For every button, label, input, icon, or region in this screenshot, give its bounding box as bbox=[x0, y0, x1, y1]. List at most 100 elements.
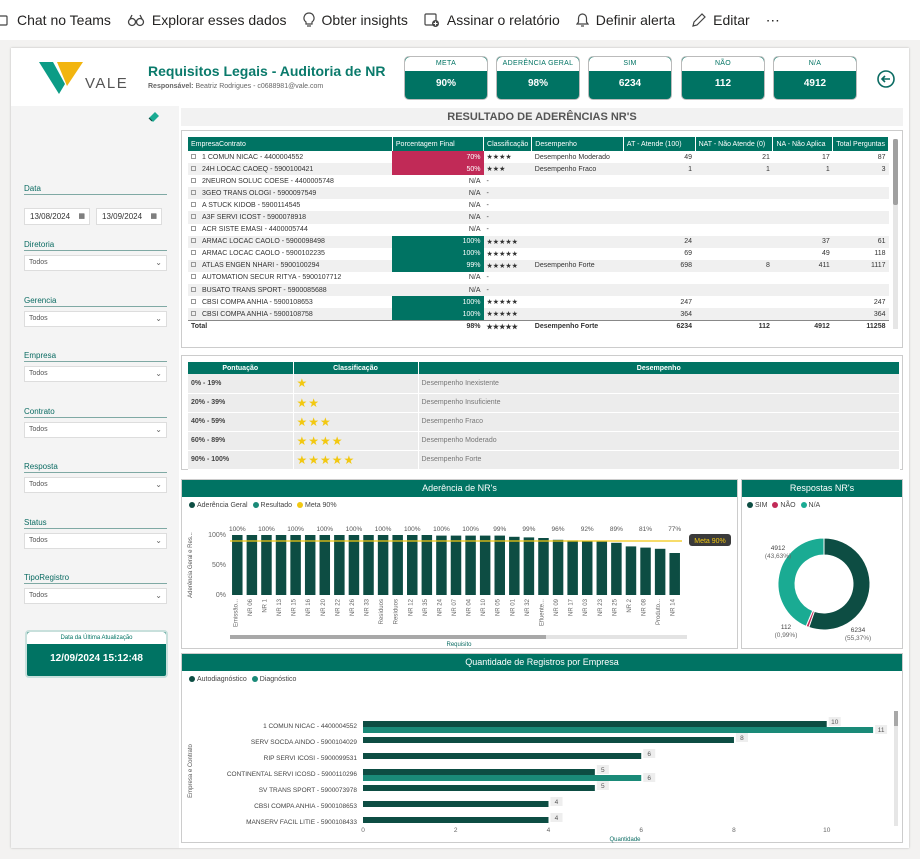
bar-mark[interactable] bbox=[640, 547, 651, 595]
edit-button[interactable]: Editar bbox=[691, 0, 750, 40]
autodiag-bar[interactable] bbox=[363, 753, 642, 759]
row-expand-icon[interactable] bbox=[191, 153, 196, 159]
table-row[interactable]: BUSATO TRANS SPORT - 5900085688 N/A - bbox=[188, 284, 889, 297]
chat-teams-button[interactable]: Chat no Teams bbox=[0, 0, 111, 40]
get-insights-button[interactable]: Obter insights bbox=[302, 0, 408, 40]
table-row[interactable]: ARMAC LOCAC CAOLO - 5900098498 100% ★★★★★ 2… bbox=[188, 235, 889, 248]
chart-scrollbar-thumb[interactable] bbox=[894, 711, 898, 726]
col-desempenho[interactable]: Desempenho bbox=[531, 137, 624, 151]
bar-mark[interactable] bbox=[509, 536, 520, 595]
table-row[interactable]: 3GEO TRANS OLOGI - 5900097549 N/A - bbox=[188, 187, 889, 200]
bar-mark[interactable] bbox=[436, 535, 447, 595]
row-expand-icon[interactable] bbox=[191, 238, 196, 244]
status-dropdown[interactable]: Todos ⌄ bbox=[24, 533, 167, 549]
row-expand-icon[interactable] bbox=[191, 177, 196, 183]
table-row[interactable]: A3F SERVI ICOST - 5900078918 N/A - bbox=[188, 211, 889, 224]
date-to-input[interactable]: 13/09/2024 ▦ bbox=[96, 208, 162, 225]
autodiag-bar[interactable] bbox=[363, 801, 549, 807]
table-row[interactable]: A STUCK KIDOB - 5900114545 N/A - bbox=[188, 199, 889, 211]
row-expand-icon[interactable] bbox=[191, 201, 196, 207]
bar-mark[interactable] bbox=[392, 535, 403, 595]
row-expand-icon[interactable] bbox=[191, 274, 196, 280]
table-row[interactable]: 24H LOCAC CAOEQ - 5900100421 50% ★★★ Desemp… bbox=[188, 163, 889, 176]
bar-mark[interactable] bbox=[479, 535, 491, 595]
back-arrow-icon[interactable] bbox=[877, 70, 895, 88]
scrollbar-thumb[interactable] bbox=[893, 139, 898, 205]
row-expand-icon[interactable] bbox=[191, 226, 196, 232]
bar-mark[interactable] bbox=[363, 535, 374, 595]
col-na[interactable]: NA - Não Aplica bbox=[772, 137, 834, 151]
contrato-dropdown[interactable]: Todos ⌄ bbox=[24, 422, 167, 438]
set-alert-button[interactable]: Definir alerta bbox=[575, 0, 675, 40]
bar-mark[interactable] bbox=[596, 541, 608, 595]
table-row[interactable]: ACR SISTE EMASI - 4400005744 N/A - bbox=[188, 224, 889, 236]
gerencia-dropdown[interactable]: Todos ⌄ bbox=[24, 311, 167, 327]
subscribe-report-button[interactable]: Assinar o relatório bbox=[424, 0, 560, 40]
diag-bar[interactable] bbox=[363, 727, 874, 733]
bar-mark[interactable] bbox=[611, 542, 622, 595]
col-total[interactable]: Total Perguntas bbox=[832, 137, 889, 151]
col-porcentagem[interactable]: Porcentagem Final bbox=[392, 137, 485, 151]
bar-mark[interactable] bbox=[625, 546, 637, 595]
row-expand-icon[interactable] bbox=[191, 262, 196, 268]
table-row[interactable]: ATLAS ENGEN NHARI - 5900100294 99% ★★★★★ De… bbox=[188, 259, 889, 272]
bar-mark[interactable] bbox=[567, 540, 578, 595]
bar-mark[interactable] bbox=[421, 535, 433, 595]
table-row[interactable]: AUTOMATION SECUR RITYA - 5900107712 N/A - bbox=[188, 272, 889, 284]
row-expand-icon[interactable] bbox=[191, 310, 196, 316]
bar-mark[interactable] bbox=[407, 535, 418, 595]
col-empresa[interactable]: EmpresaContrato bbox=[188, 137, 393, 151]
bar-mark[interactable] bbox=[377, 535, 389, 595]
bar-mark[interactable] bbox=[334, 535, 345, 595]
table-row[interactable]: 2NEURON SOLUC COESE - 4400005748 N/A - bbox=[188, 175, 889, 187]
col-nat[interactable]: NAT - Não Atende (0) bbox=[695, 137, 774, 151]
autodiag-bar[interactable] bbox=[363, 817, 549, 823]
bar-mark[interactable] bbox=[319, 535, 331, 595]
bar-mark[interactable] bbox=[538, 538, 549, 595]
explore-data-button[interactable]: Explorar esses dados bbox=[127, 0, 287, 40]
eraser-icon[interactable] bbox=[147, 109, 161, 123]
col-at[interactable]: AT - Atende (100) bbox=[623, 137, 696, 151]
row-expand-icon[interactable] bbox=[191, 298, 196, 304]
table-row[interactable]: 1 COMUN NICAC - 4400004552 70% ★★★★ Desempe… bbox=[188, 151, 889, 164]
resposta-dropdown[interactable]: Todos ⌄ bbox=[24, 477, 167, 493]
bar-mark[interactable] bbox=[261, 535, 272, 595]
bar-mark[interactable] bbox=[246, 535, 258, 595]
diag-bar[interactable] bbox=[363, 775, 642, 781]
row-expand-icon[interactable] bbox=[191, 165, 196, 171]
autodiag-bar[interactable] bbox=[363, 785, 595, 791]
bar-mark[interactable] bbox=[581, 541, 593, 595]
bar-mark[interactable] bbox=[465, 535, 476, 595]
bar-mark[interactable] bbox=[450, 535, 462, 595]
row-expand-icon[interactable] bbox=[191, 214, 196, 220]
table-scrollbar[interactable] bbox=[893, 139, 898, 329]
bar-mark[interactable] bbox=[552, 539, 564, 595]
bar-mark[interactable] bbox=[348, 535, 360, 595]
bar-mark[interactable] bbox=[523, 537, 535, 595]
chart-scrollbar[interactable] bbox=[894, 711, 898, 826]
empresa-dropdown[interactable]: Todos ⌄ bbox=[24, 366, 167, 382]
autodiag-bar[interactable] bbox=[363, 737, 734, 743]
row-expand-icon[interactable] bbox=[191, 286, 196, 292]
cell-na bbox=[772, 284, 833, 297]
tiporegistro-dropdown[interactable]: Todos ⌄ bbox=[24, 588, 167, 604]
date-from-input[interactable]: 13/08/2024 ▦ bbox=[24, 208, 90, 225]
bar-mark[interactable] bbox=[304, 535, 316, 595]
row-expand-icon[interactable] bbox=[191, 250, 196, 256]
more-options-button[interactable]: ⋯ bbox=[766, 0, 780, 40]
bar-mark[interactable] bbox=[290, 535, 301, 595]
bar-mark[interactable] bbox=[654, 548, 666, 595]
autodiag-bar[interactable] bbox=[363, 721, 827, 727]
bar-mark[interactable] bbox=[232, 535, 243, 595]
table-row[interactable]: ARMAC LOCAC CAOLO - 5900102235 100% ★★★★★ 6… bbox=[188, 247, 889, 260]
diretoria-dropdown[interactable]: Todos ⌄ bbox=[24, 255, 167, 271]
bar-mark[interactable] bbox=[669, 553, 680, 595]
bar-mark[interactable] bbox=[275, 535, 287, 595]
row-expand-icon[interactable] bbox=[191, 189, 196, 195]
col-classificacao[interactable]: Classificação bbox=[483, 137, 533, 151]
table-row[interactable]: CBSI COMPA ANHIA - 5900108653 100% ★★★★★ 24… bbox=[188, 296, 889, 309]
table-row[interactable]: CBSI COMPA ANHIA - 5900108758 100% ★★★★★ 36… bbox=[188, 308, 889, 321]
autodiag-bar[interactable] bbox=[363, 769, 595, 775]
bar-mark[interactable] bbox=[494, 535, 505, 595]
chart-scrollbar-thumb[interactable] bbox=[230, 635, 546, 639]
